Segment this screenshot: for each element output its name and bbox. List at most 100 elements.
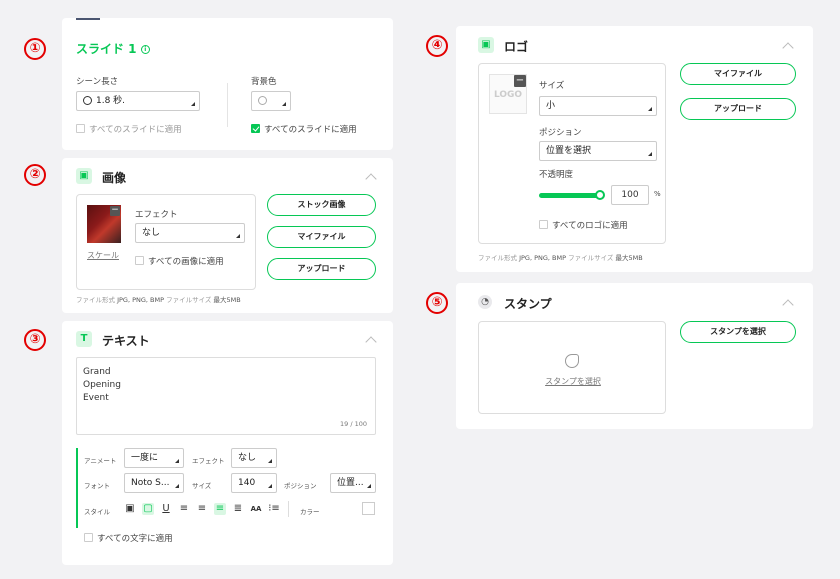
dropdown-arrow-icon [236,234,240,238]
font-select[interactable]: Noto S... [124,473,184,493]
outline-style-icon[interactable]: ▢ [142,503,154,515]
logo-myfile-button[interactable]: マイファイル [680,63,796,85]
text-color-swatch[interactable] [362,502,375,515]
letter-spacing-icon[interactable]: AA [250,503,262,515]
stamp-panel: ◔ スタンプ スタンプを選択 スタンプを選択 [456,283,813,429]
apply-all-logos-checkbox[interactable] [539,220,548,229]
text-content-area[interactable]: Grand Opening Event 19 / 100 [76,357,376,435]
opacity-label: 不透明度 [539,170,574,180]
slide-panel: スライド 1 i シーン長さ 1.8 秒. 背景色 すべてのスライドに適用 すべ… [62,18,393,150]
marker-5: ⑤ [426,292,448,314]
image-icon: ▣ [76,168,92,184]
clock-icon [83,96,92,105]
marker-2: ② [24,164,46,186]
color-swatch-icon [258,96,267,105]
size-select[interactable]: 140 [231,473,277,493]
text-effect-select[interactable]: なし [231,448,277,468]
apply-all-slides-checkbox-right[interactable] [251,124,260,133]
apply-all-slides-checkbox-left[interactable] [76,124,85,133]
dropdown-arrow-icon [282,102,286,106]
logo-upload-button[interactable]: アップロード [680,98,796,120]
collapse-chevron-icon[interactable] [365,173,377,185]
select-stamp-button[interactable]: スタンプを選択 [680,321,796,343]
apply-all-slides-label-right: すべてのスライドに適用 [264,125,357,135]
stamp-drop-area[interactable]: スタンプを選択 [478,321,666,414]
settings-indicator [76,448,78,528]
collapse-chevron-icon[interactable] [782,299,794,311]
sticker-icon [565,354,579,368]
align-right-icon[interactable]: ≡ [214,503,226,515]
marker-4: ④ [426,35,448,57]
bg-color-picker[interactable] [251,91,291,111]
dropdown-arrow-icon [191,102,195,106]
dropdown-arrow-icon [175,459,179,463]
dropdown-arrow-icon [367,484,371,488]
stock-image-button[interactable]: ストック画像 [267,194,376,216]
animate-select[interactable]: 一度に [124,448,184,468]
apply-all-slides-label-left: すべてのスライドに適用 [89,125,182,135]
logo-position-label: ポジション [539,128,582,138]
logo-icon: ▣ [478,37,494,53]
apply-all-images-label: すべての画像に適用 [148,257,224,267]
dropdown-arrow-icon [268,459,272,463]
logo-size-label: サイズ [539,81,565,91]
fill-style-icon[interactable]: ▣ [124,503,136,515]
style-label: スタイル [84,508,110,516]
marker-1: ① [24,38,46,60]
apply-all-images-checkbox[interactable] [135,256,144,265]
text-position-select[interactable]: 位置... [330,473,376,493]
line-spacing-icon[interactable]: ⁝≡ [268,503,280,515]
apply-all-text-label: すべての文字に適用 [97,534,173,544]
text-panel: T テキスト Grand Opening Event 19 / 100 アニメー… [62,321,393,565]
remove-image-icon[interactable]: − [110,206,120,216]
dropdown-arrow-icon [648,107,652,111]
dropdown-arrow-icon [175,484,179,488]
collapse-chevron-icon[interactable] [365,336,377,348]
divider [227,83,228,127]
dropdown-arrow-icon [268,484,272,488]
logo-panel: ▣ ロゴ LOGO − サイズ 小 ポジション 位置を選択 不透明度 100 %… [456,26,813,272]
size-label: サイズ [192,482,212,490]
image-file-info: ファイル形式 JPG, PNG, BMP ファイルサイズ 最大5MB [76,296,241,304]
text-position-label: ポジション [284,482,317,490]
slide-title: スライド 1 i [76,40,150,57]
opacity-unit: % [654,190,661,198]
opacity-input[interactable]: 100 [611,185,649,205]
collapse-chevron-icon[interactable] [782,42,794,54]
stamp-panel-title: スタンプ [504,297,552,311]
align-center-icon[interactable]: ≡ [196,503,208,515]
align-left-icon[interactable]: ≡ [178,503,190,515]
opacity-slider-handle[interactable] [595,190,605,200]
bg-color-label: 背景色 [251,77,277,87]
tab-indicator [76,18,100,20]
marker-3: ③ [24,329,46,351]
logo-position-select[interactable]: 位置を選択 [539,141,657,161]
color-label: カラー [300,508,320,516]
image-effect-select[interactable]: なし [135,223,245,243]
align-justify-icon[interactable]: ≣ [232,503,244,515]
image-panel-title: 画像 [102,171,127,185]
opacity-slider-track[interactable] [539,193,601,198]
apply-all-logos-label: すべてのロゴに適用 [552,221,628,231]
apply-all-text-checkbox[interactable] [84,533,93,542]
scene-length-label: シーン長さ [76,77,119,87]
scene-length-select[interactable]: 1.8 秒. [76,91,200,111]
image-myfile-button[interactable]: マイファイル [267,226,376,248]
text-icon: T [76,331,92,347]
info-icon: i [140,45,150,54]
image-upload-button[interactable]: アップロード [267,258,376,280]
image-panel: ▣ 画像 − スケール エフェクト なし すべての画像に適用 ストック画像 マイ… [62,158,393,313]
dropdown-arrow-icon [648,152,652,156]
select-stamp-link[interactable]: スタンプを選択 [479,376,667,387]
text-panel-title: テキスト [102,334,150,348]
logo-size-select[interactable]: 小 [539,96,657,116]
font-label: フォント [84,482,110,490]
text-counter: 19 / 100 [340,420,367,428]
stamp-icon: ◔ [478,295,492,309]
animate-label: アニメート [84,457,117,465]
image-settings-box: − スケール エフェクト なし すべての画像に適用 [76,194,256,290]
remove-logo-icon[interactable]: − [514,75,526,87]
scale-link[interactable]: スケール [87,250,119,261]
logo-settings-box: LOGO − サイズ 小 ポジション 位置を選択 不透明度 100 % すべての… [478,63,666,244]
underline-icon[interactable]: U [160,503,172,515]
